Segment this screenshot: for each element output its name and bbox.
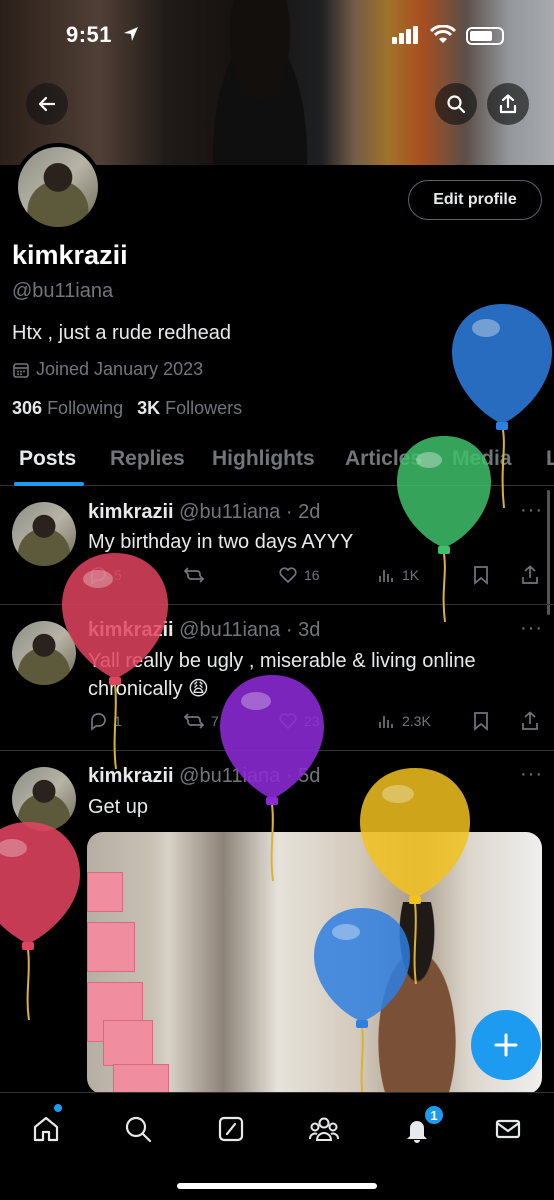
cellular-signal-icon [392, 26, 418, 44]
balloon-icon [314, 908, 410, 1099]
back-button[interactable] [26, 83, 68, 125]
search-button[interactable] [435, 83, 477, 125]
battery-icon [466, 27, 504, 45]
communities-icon [309, 1117, 339, 1141]
plus-icon [494, 1033, 518, 1057]
bookmark-button[interactable] [472, 711, 490, 731]
heart-icon [279, 567, 297, 584]
bookmark-icon [474, 712, 488, 731]
search-icon [125, 1116, 152, 1143]
profile-display-name: kimkrazii [12, 240, 128, 270]
location-arrow-icon [124, 27, 138, 41]
balloon-icon [0, 822, 80, 1021]
profile-joined: Joined January 2023 [12, 359, 203, 380]
status-bar: 9:51 [0, 22, 554, 54]
calendar-icon [13, 362, 29, 378]
grok-icon [218, 1116, 244, 1142]
following-link[interactable]: 306 Following [12, 398, 123, 419]
share-icon [522, 565, 538, 584]
nav-grok[interactable] [213, 1111, 249, 1147]
profile-bio: Htx , just a rude redhead [12, 322, 232, 344]
wifi-icon [430, 25, 456, 43]
active-tab-indicator [14, 482, 84, 486]
more-icon[interactable]: ··· [520, 617, 543, 640]
repost-icon [183, 713, 205, 729]
share-icon [522, 711, 538, 730]
followers-link[interactable]: 3K Followers [137, 398, 242, 419]
tab-posts[interactable]: Posts [19, 447, 76, 471]
share-post-button[interactable] [520, 711, 540, 731]
views-chart-icon [379, 716, 393, 728]
nav-messages[interactable] [490, 1111, 526, 1147]
share-post-button[interactable] [520, 565, 540, 585]
post-header: kimkrazii @bu11iana · 2d [88, 501, 321, 523]
more-icon[interactable]: ··· [520, 763, 543, 786]
home-unread-dot [54, 1104, 62, 1112]
home-icon [33, 1116, 59, 1142]
nav-home[interactable] [28, 1111, 64, 1147]
tab-replies[interactable]: Replies [110, 447, 185, 471]
notifications-badge: 1 [423, 1104, 445, 1126]
balloon-icon [220, 675, 324, 882]
profile-avatar[interactable] [14, 143, 102, 231]
home-indicator [177, 1183, 377, 1189]
compose-post-button[interactable] [471, 1010, 541, 1080]
balloon-icon [397, 436, 491, 623]
joined-text: Joined January 2023 [36, 359, 204, 379]
tab-highlights[interactable]: Highlights [212, 447, 315, 471]
like-button[interactable]: 16 [278, 565, 320, 585]
repost-button[interactable] [183, 565, 211, 585]
edit-profile-button[interactable]: Edit profile [408, 180, 542, 220]
share-icon [499, 94, 517, 114]
follow-stats: 306 Following 3K Followers [12, 398, 242, 419]
profile-handle: @bu11iana [12, 280, 114, 302]
views-button[interactable]: 2.3K [376, 711, 431, 731]
nav-communities[interactable] [306, 1111, 342, 1147]
share-button[interactable] [487, 83, 529, 125]
arrow-left-icon [38, 96, 56, 112]
status-time: 9:51 [66, 22, 113, 47]
repost-button[interactable]: 7 [183, 711, 219, 731]
repost-icon [183, 567, 205, 583]
balloon-icon [62, 553, 168, 770]
mail-icon [495, 1119, 521, 1139]
search-icon [447, 95, 466, 114]
nav-search[interactable] [120, 1111, 156, 1147]
